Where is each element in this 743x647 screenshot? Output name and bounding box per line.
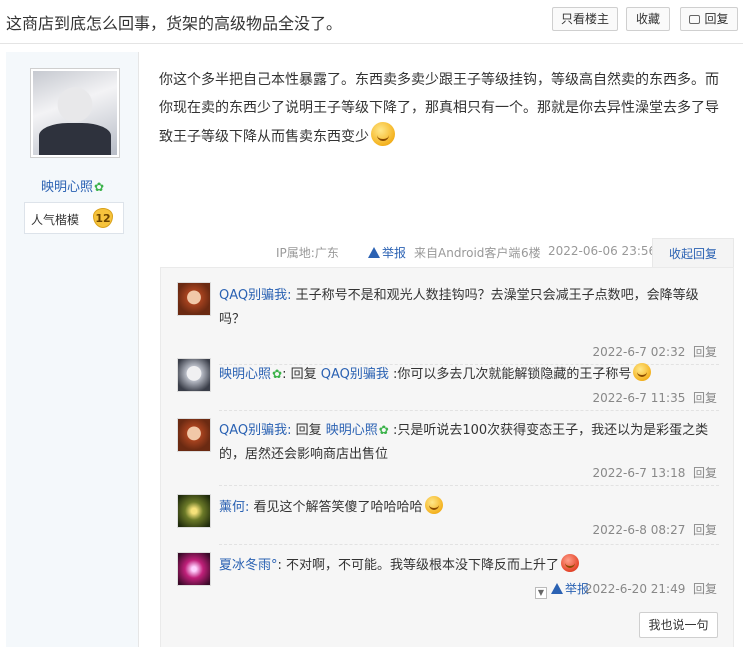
reply-link[interactable]: 回复 (693, 345, 717, 359)
warning-icon (551, 583, 563, 594)
divider (219, 544, 719, 545)
reply-text: 王子称号不是和观光人数挂钩吗？去澡堂只会减王子点数吧，会降等级吗？ (219, 288, 699, 327)
reply-username[interactable]: 映明心照 (219, 367, 271, 382)
reply-username[interactable]: QAQ别骗我: (219, 288, 292, 303)
emoji-icon (371, 122, 395, 146)
favorite-button[interactable]: 收藏 (626, 7, 670, 31)
reply-username[interactable]: 薰何: (219, 500, 249, 515)
speech-bubble-icon (689, 15, 701, 24)
author-sidebar: 映明心照✿ 人气楷模 12 (6, 52, 139, 647)
post-content: 你这个多半把自己本性暴露了。东西卖多卖少跟王子等级挂钩，等级高自然卖的东西多。而… (159, 66, 729, 151)
avatar[interactable] (30, 68, 120, 158)
report-link[interactable]: ▼ 举报 (535, 580, 589, 599)
reply-prefix: 回复 (291, 423, 326, 438)
post-text: 你这个多半把自己本性暴露了。东西卖多卖少跟王子等级挂钩，等级高自然卖的东西多。而… (159, 72, 719, 145)
avatar[interactable] (177, 552, 211, 586)
reply-username[interactable]: QAQ别骗我: (219, 423, 292, 438)
report-label: 举报 (382, 246, 407, 260)
emoji-icon (561, 554, 580, 572)
client-source[interactable]: 来自Android客户端 (414, 244, 520, 264)
add-comment-button[interactable]: 我也说一句 (639, 612, 718, 638)
reply-time: 2022-6-7 13:18 (592, 466, 686, 480)
emoji-icon (424, 496, 443, 514)
avatar[interactable] (177, 418, 211, 452)
reply-target[interactable]: 映明心照 (326, 423, 378, 438)
reply-list: QAQ别骗我: 王子称号不是和观光人数挂钩吗？去澡堂只会减王子点数吧，会降等级吗… (160, 267, 734, 647)
ip-location: IP属地:广东 (276, 246, 339, 260)
divider (219, 410, 719, 411)
reply-target[interactable]: QAQ别骗我 (321, 367, 389, 382)
reply-link[interactable]: 回复 (693, 466, 717, 480)
clover-icon: ✿ (272, 367, 283, 381)
reply-link[interactable]: 回复 (693, 523, 717, 537)
post-time: 2022-06-06 23:56 (548, 244, 657, 258)
thread-header: 这商店到底怎么回事，货架的高级物品全没了。 只看楼主 收藏 回复 (0, 0, 743, 44)
level-badge: 12 (93, 208, 113, 228)
warning-icon (368, 247, 380, 258)
report-link[interactable]: 举报 (368, 244, 406, 264)
reply-time: 2022-6-8 08:27 (592, 523, 686, 537)
reply-time: 2022-6-7 02:32 (592, 345, 686, 359)
dropdown-icon[interactable]: ▼ (535, 587, 547, 599)
reply-username[interactable]: 夏冰冬雨° (219, 558, 278, 573)
reply-text: : 不对啊，不可能。我等级根本没下降反而上升了 (277, 558, 560, 573)
avatar[interactable] (177, 358, 211, 392)
reply-button-label: 回复 (704, 12, 729, 26)
emoji-icon (633, 363, 652, 381)
author-name[interactable]: 映明心照 (41, 180, 93, 195)
clover-icon: ✿ (93, 180, 105, 194)
reply-text: 看见这个解答笑傻了哈哈哈哈 (249, 500, 423, 515)
reply-button[interactable]: 回复 (680, 7, 738, 31)
avatar[interactable] (177, 494, 211, 528)
reply-text: :你可以多去几次就能解锁隐藏的王子称号 (388, 367, 632, 382)
collapse-replies-button[interactable]: 收起回复 (652, 238, 734, 268)
clover-icon: ✿ (378, 423, 389, 437)
floor-number: 6楼 (521, 246, 541, 260)
reply-time: 2022-6-7 11:35 (592, 391, 686, 405)
rank-title: 人气楷模 (31, 213, 80, 227)
reply-time: 2022-6-20 21:49 (584, 582, 686, 596)
only-op-button[interactable]: 只看楼主 (552, 7, 618, 31)
avatar-image (33, 71, 117, 155)
avatar[interactable] (177, 282, 211, 316)
reply-link[interactable]: 回复 (693, 391, 717, 405)
rank-badge-box[interactable]: 人气楷模 12 (24, 202, 124, 234)
divider (219, 485, 719, 486)
reply-link[interactable]: 回复 (693, 582, 717, 596)
thread-title: 这商店到底怎么回事，货架的高级物品全没了。 (6, 14, 343, 33)
reply-prefix: : 回复 (282, 367, 321, 382)
